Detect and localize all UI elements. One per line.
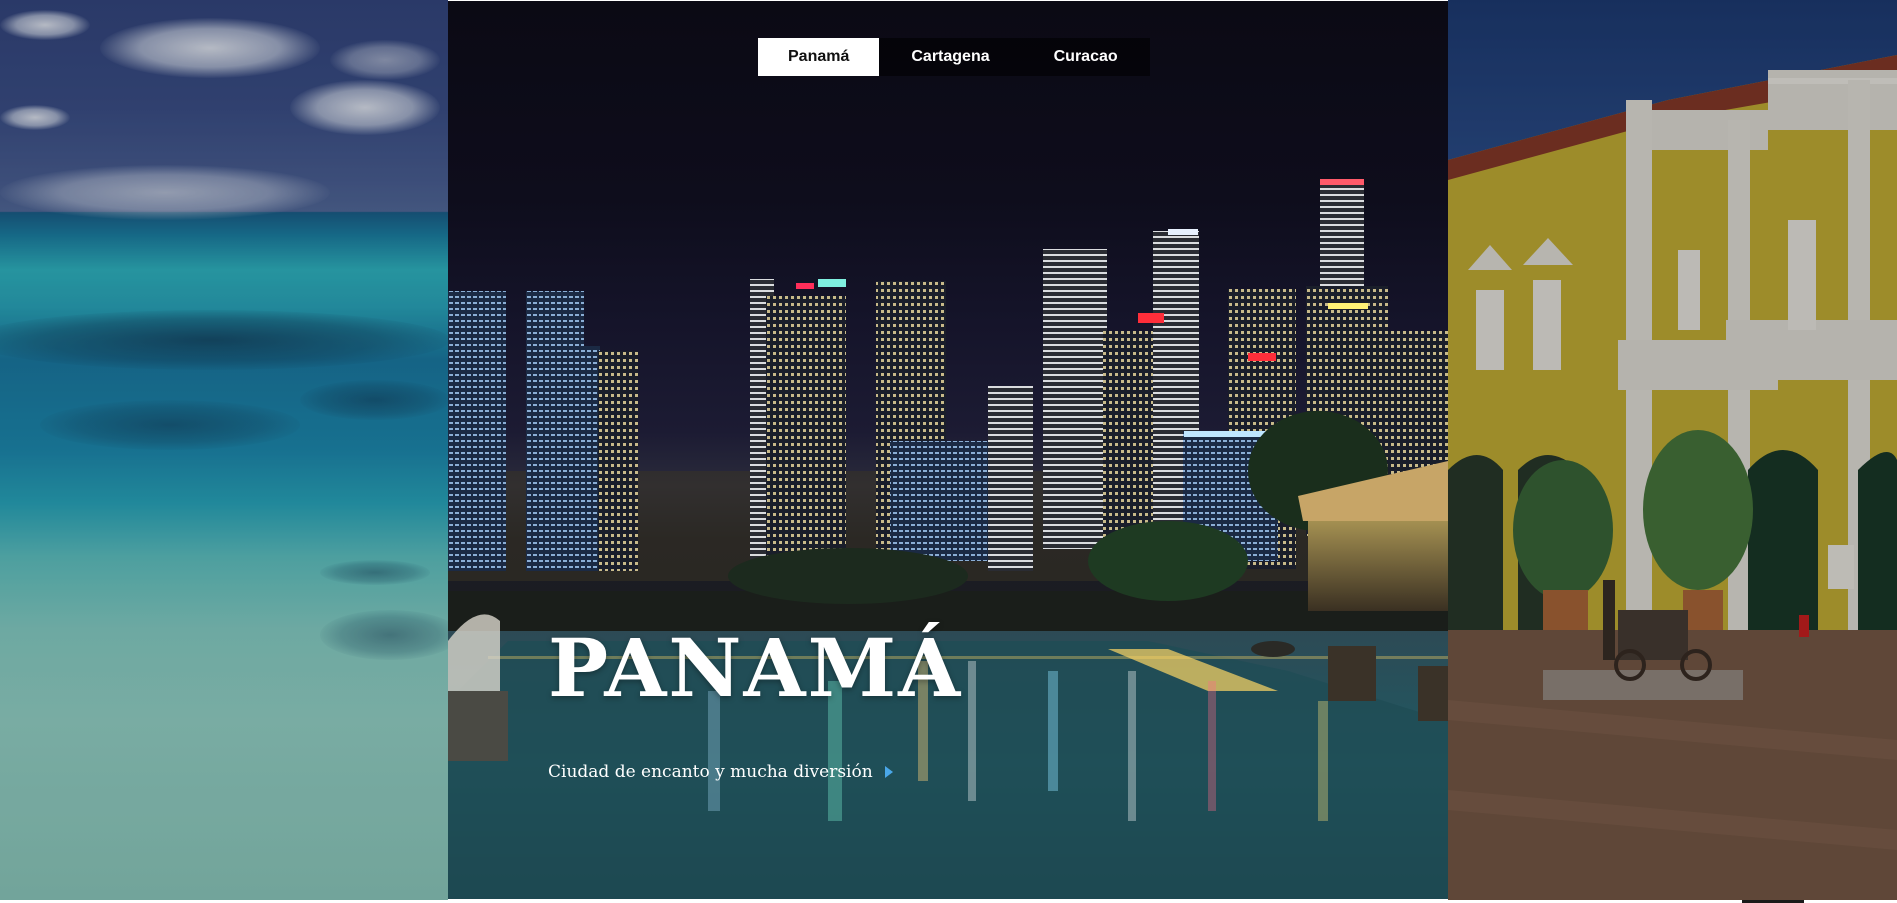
tab-cartagena[interactable]: Cartagena — [879, 38, 1021, 76]
hero-subtitle: Ciudad de encanto y mucha diversión — [548, 762, 873, 782]
hero-title: PANAMÁ — [548, 621, 963, 715]
slide-next-colonial[interactable] — [1448, 0, 1897, 900]
tab-curacao[interactable]: Curacao — [1022, 38, 1150, 76]
hero-subtitle-link[interactable]: Ciudad de encanto y mucha diversión — [548, 762, 893, 782]
slide-overlay — [1448, 0, 1897, 900]
slider: Panamá Cartagena Curacao PANAMÁ Ciudad d… — [0, 0, 1897, 903]
slide-overlay — [0, 0, 448, 900]
play-arrow-icon — [884, 766, 893, 778]
slide-previous-ocean[interactable] — [0, 0, 448, 900]
tab-panama[interactable]: Panamá — [758, 38, 880, 76]
destination-tabs: Panamá Cartagena Curacao — [758, 38, 1150, 76]
